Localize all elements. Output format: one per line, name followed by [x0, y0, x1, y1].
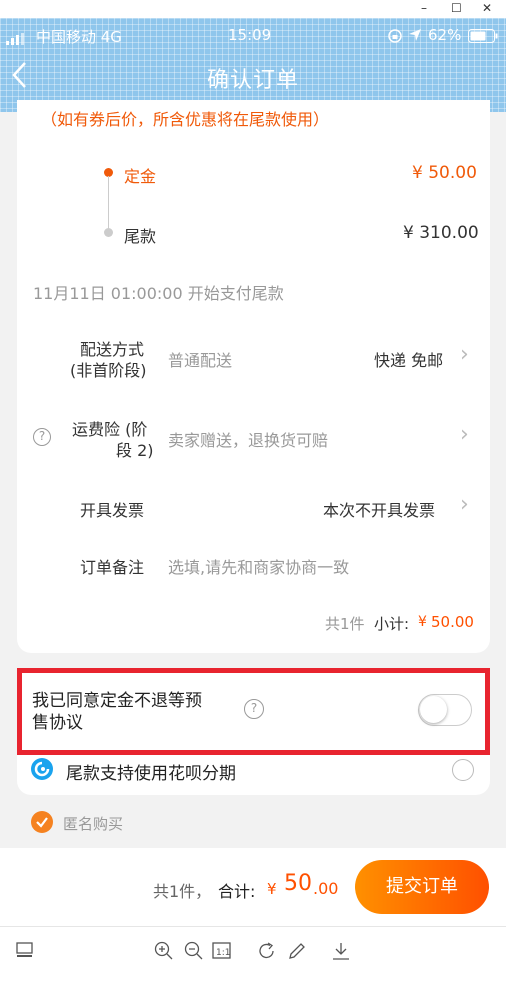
balance-value: ¥ 310.00 — [403, 223, 479, 243]
agreement-toggle[interactable] — [418, 694, 472, 726]
insurance-sublabel: 段 2) — [116, 441, 154, 460]
delivery-method: 普通配送 — [168, 351, 233, 370]
balance-start-text: 11月11日 01:00:00 开始支付尾款 — [33, 284, 284, 303]
toggle-knob — [420, 696, 447, 723]
huabei-label: 尾款支持使用花呗分期 — [66, 764, 236, 784]
delivery-value: 快递 免邮 — [374, 351, 444, 370]
submit-order-button[interactable]: 提交订单 — [355, 860, 489, 914]
zoom-in-icon[interactable] — [154, 941, 174, 966]
remark-input[interactable]: 选填,请先和商家协商一致 — [168, 554, 349, 578]
status-bar: 中国移动 4G 15:09 62% — [0, 18, 506, 52]
window-titlebar: – ☐ ✕ — [0, 0, 506, 18]
battery-text: 62% — [428, 26, 462, 44]
deposit-label: 定金 — [124, 167, 157, 186]
discount-note: （如有券后价，所含优惠将在尾款使用） — [41, 110, 330, 129]
chevron-right-icon: › — [460, 492, 469, 517]
page-title: 确认订单 — [206, 68, 299, 93]
clock-text: 15:09 — [228, 26, 272, 44]
chevron-right-icon: › — [460, 422, 469, 447]
total-integer: 50 — [284, 871, 312, 896]
help-icon[interactable]: ? — [244, 699, 264, 719]
viewer-toolbar — [0, 926, 506, 985]
rotation-lock-icon — [387, 28, 403, 48]
subtotal-label: 小计: — [374, 615, 410, 633]
rotate-icon[interactable] — [257, 941, 277, 966]
huabei-radio[interactable] — [452, 759, 474, 781]
agreement-text-line2: 售协议 — [32, 713, 83, 733]
edit-icon[interactable] — [287, 941, 307, 966]
anonymous-label: 匿名购买 — [63, 815, 124, 833]
invoice-label: 开具发票 — [80, 501, 145, 520]
total-label: 合计: — [218, 882, 256, 901]
maximize-button[interactable]: ☐ — [451, 1, 462, 15]
item-count: 共1件 — [325, 615, 365, 633]
carrier-text: 中国移动 4G — [36, 28, 122, 46]
total-currency: ¥ — [267, 880, 277, 898]
subtotal-currency: ¥ — [418, 614, 427, 630]
footer-item-count: 共1件， — [153, 882, 212, 901]
signal-icon — [6, 31, 26, 49]
total-decimal: .00 — [313, 879, 339, 898]
balance-label: 尾款 — [124, 227, 157, 246]
actual-size-icon[interactable]: 1:1 — [212, 941, 232, 966]
invoice-value: 本次不开具发票 — [323, 501, 436, 520]
insurance-value: 卖家赠送，退换货可赔 — [168, 431, 329, 450]
timeline-line — [108, 176, 109, 232]
screen-icon[interactable] — [16, 941, 34, 964]
huabei-icon — [31, 758, 53, 780]
deposit-value: ¥ 50.00 — [412, 163, 477, 183]
battery-icon — [468, 29, 498, 47]
close-button[interactable]: ✕ — [482, 1, 492, 15]
anonymous-checkbox[interactable] — [31, 811, 53, 833]
svg-text:1:1: 1:1 — [216, 948, 230, 958]
balance-dot-icon — [104, 228, 113, 237]
help-icon[interactable]: ? — [33, 428, 51, 446]
chevron-right-icon: › — [460, 342, 469, 367]
check-icon — [36, 817, 48, 828]
location-icon — [408, 28, 422, 46]
minimize-button[interactable]: – — [421, 1, 427, 15]
download-icon[interactable] — [331, 941, 351, 966]
subtotal-value: 50.00 — [431, 613, 474, 631]
delivery-sublabel: (非首阶段) — [70, 361, 147, 380]
zoom-out-icon[interactable] — [184, 941, 204, 966]
remark-label: 订单备注 — [80, 558, 145, 577]
